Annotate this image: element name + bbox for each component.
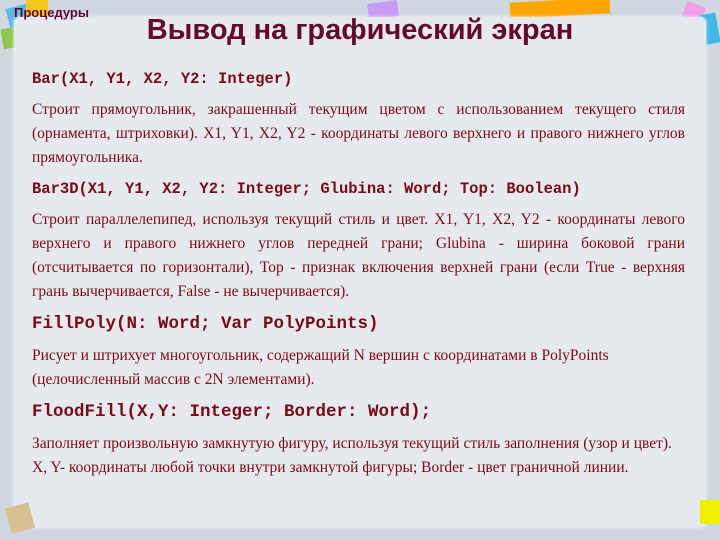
- procedure-signature-floodfill: FloodFill(X,Y: Integer; Border: Word);: [32, 402, 432, 422]
- slide-title: Вывод на графический экран: [146, 14, 574, 46]
- decorative-sticker: [700, 500, 720, 524]
- procedure-signature-fillpoly: FillPoly(N: Word; Var PolyPoints): [32, 314, 379, 334]
- procedure-description-fillpoly: Рисует и штрихует многоугольник, содержа…: [32, 347, 609, 388]
- procedure-signature-bar3d: Bar3D(X1, Y1, X2, Y2: Integer; Glubina: …: [32, 180, 581, 198]
- procedure-signature-bar: Bar(X1, Y1, X2, Y2: Integer): [32, 70, 293, 88]
- procedure-description-floodfill: Заполняет произвольную замкнутую фигуру,…: [32, 435, 672, 476]
- procedure-description-bar: Строит прямоугольник, закрашенный текущи…: [32, 101, 685, 166]
- procedure-description-bar3d: Строит параллелепипед, используя текущий…: [32, 211, 685, 300]
- slide-content: Bar(X1, Y1, X2, Y2: Integer) Строит прям…: [32, 70, 685, 490]
